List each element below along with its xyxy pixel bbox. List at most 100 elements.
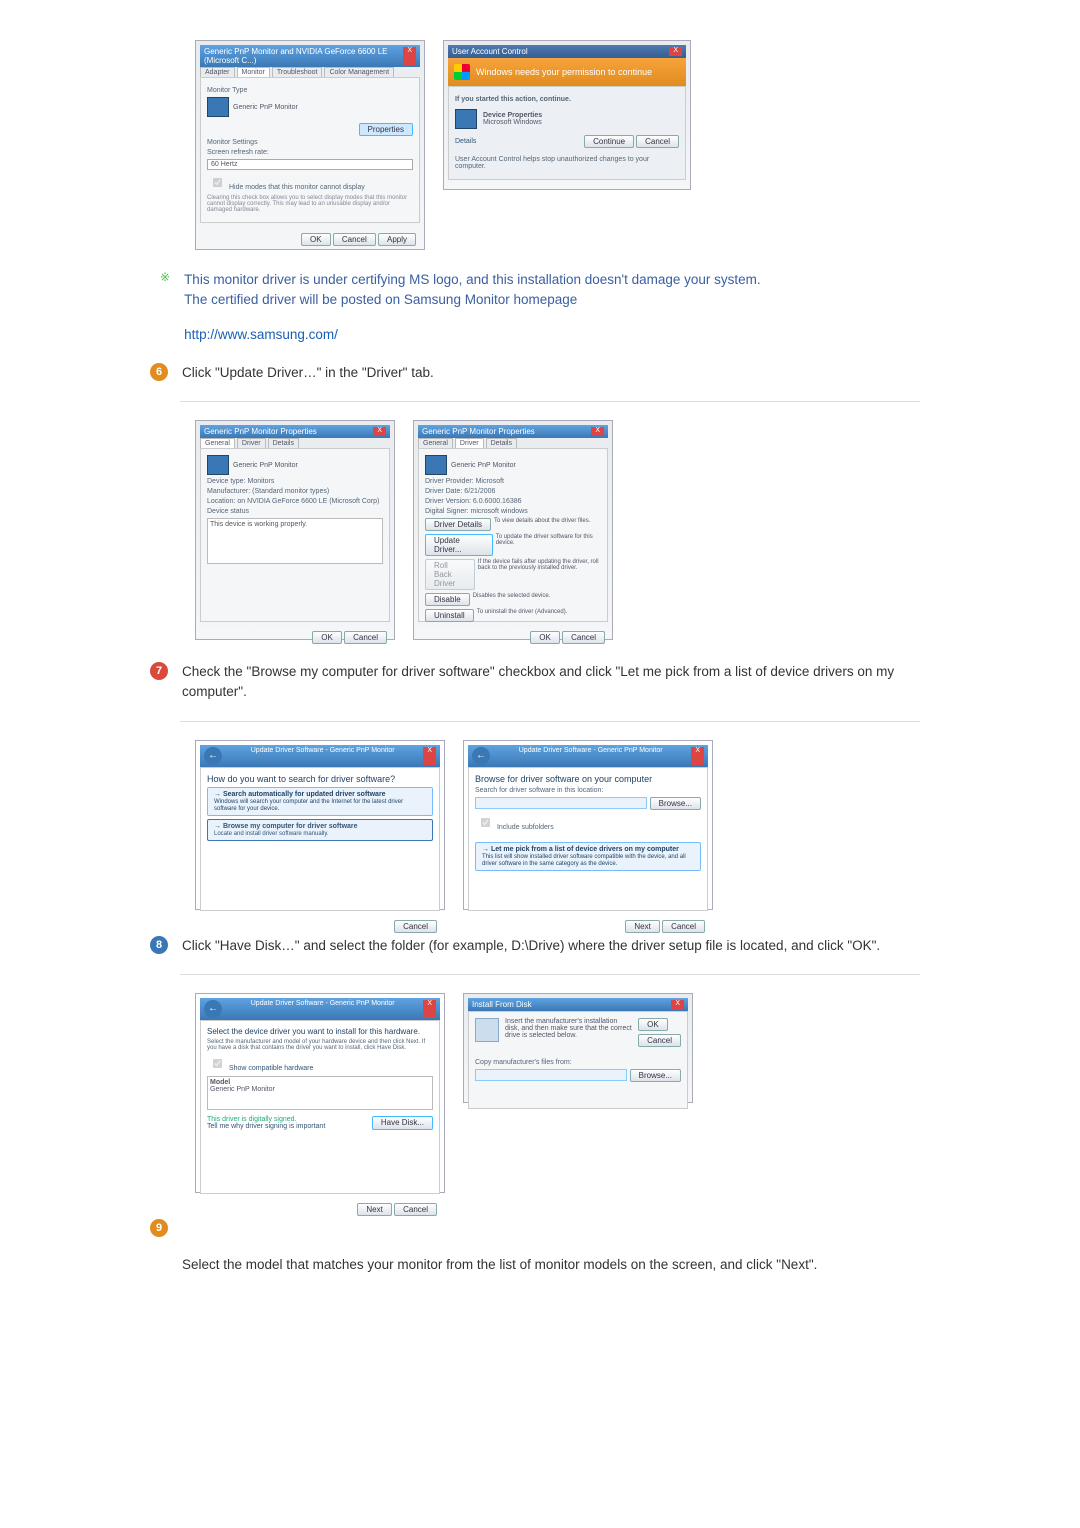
wizard-heading: How do you want to search for driver sof…: [207, 774, 433, 784]
signer-label: Digital Signer:: [425, 508, 469, 515]
cancel-button[interactable]: Cancel: [636, 135, 679, 148]
close-icon[interactable]: X: [671, 1000, 684, 1009]
ok-button[interactable]: OK: [530, 631, 560, 644]
shield-icon: [454, 64, 470, 80]
tab-driver[interactable]: Driver: [455, 438, 484, 448]
opt2-desc: Locate and install driver software manua…: [214, 831, 329, 837]
dialog-title: Generic PnP Monitor Properties: [422, 427, 535, 436]
tab-general[interactable]: General: [418, 438, 453, 448]
refresh-select[interactable]: 60 Hertz: [207, 159, 413, 170]
loc-label: Location:: [207, 498, 235, 505]
ver-value: 6.0.6000.16386: [473, 498, 522, 505]
compat-checkbox[interactable]: [213, 1059, 222, 1068]
browse-computer-option[interactable]: → Browse my computer for driver software…: [207, 819, 433, 841]
cancel-button[interactable]: Cancel: [562, 631, 605, 644]
next-button[interactable]: Next: [625, 920, 659, 933]
uninstall-button[interactable]: Uninstall: [425, 609, 474, 622]
pnp-general-dialog: Generic PnP Monitor PropertiesX General …: [195, 420, 395, 640]
driver-details-button[interactable]: Driver Details: [425, 518, 491, 531]
step-6-text: Click "Update Driver…" in the "Driver" t…: [182, 363, 434, 383]
browse-button[interactable]: Browse...: [650, 797, 701, 810]
have-disk-button[interactable]: Have Disk...: [372, 1116, 433, 1130]
include-subfolders-checkbox[interactable]: [481, 817, 490, 826]
update-driver-button[interactable]: Update Driver...: [425, 534, 493, 556]
close-icon[interactable]: X: [373, 427, 386, 436]
disk-icon: [475, 1018, 499, 1042]
close-icon[interactable]: X: [591, 427, 604, 436]
tab-troubleshoot[interactable]: Troubleshoot: [272, 67, 323, 77]
cancel-button[interactable]: Cancel: [394, 1203, 437, 1216]
dialog-title: Update Driver Software - Generic PnP Mon…: [251, 1000, 395, 1018]
refresh-label: Screen refresh rate:: [207, 149, 413, 156]
monitor-properties-dialog: Generic PnP Monitor and NVIDIA GeForce 6…: [195, 40, 425, 250]
hide-modes-label: Hide modes that this monitor cannot disp…: [229, 184, 365, 191]
uac-banner: Windows needs your permission to continu…: [476, 67, 652, 77]
ok-button[interactable]: OK: [301, 233, 331, 246]
signed-label: This driver is digitally signed.: [207, 1116, 325, 1123]
dialog-title: Install From Disk: [472, 1000, 532, 1009]
tab-details[interactable]: Details: [268, 438, 299, 448]
step-9-text: Select the model that matches your monit…: [182, 1255, 942, 1275]
path-combo[interactable]: [475, 797, 647, 809]
browse-button[interactable]: Browse...: [630, 1069, 681, 1082]
apply-button[interactable]: Apply: [378, 233, 416, 246]
uac-started-label: If you started this action, continue.: [455, 96, 679, 103]
note-line2: The certified driver will be posted on S…: [184, 292, 577, 307]
close-icon[interactable]: X: [403, 47, 416, 65]
cancel-button[interactable]: Cancel: [344, 631, 387, 644]
copy-path-combo[interactable]: [475, 1069, 627, 1081]
search-label: Search for driver software in this locat…: [475, 787, 701, 794]
close-icon[interactable]: X: [669, 47, 682, 56]
cancel-button[interactable]: Cancel: [638, 1034, 681, 1047]
pnp-name: Generic PnP Monitor: [451, 462, 516, 469]
monitor-type-label: Monitor Type: [207, 87, 413, 94]
model-item[interactable]: Generic PnP Monitor: [210, 1086, 430, 1093]
ok-button[interactable]: OK: [638, 1018, 668, 1031]
wizard-heading: Select the device driver you want to ins…: [207, 1027, 433, 1036]
ok-button[interactable]: OK: [312, 631, 342, 644]
continue-button[interactable]: Continue: [584, 135, 634, 148]
install-instr: Insert the manufacturer's installation d…: [505, 1018, 632, 1047]
tab-general[interactable]: General: [200, 438, 235, 448]
samsung-link[interactable]: http://www.samsung.com/: [184, 327, 338, 342]
copy-from-label: Copy manufacturer's files from:: [475, 1059, 681, 1066]
step-8-text: Click "Have Disk…" and select the folder…: [182, 936, 880, 956]
next-button[interactable]: Next: [357, 1203, 391, 1216]
close-icon[interactable]: X: [423, 1000, 436, 1018]
d-update: To update the driver software for this d…: [496, 534, 601, 556]
tab-colormgmt[interactable]: Color Management: [324, 67, 394, 77]
close-icon[interactable]: X: [423, 747, 436, 765]
tab-adapter[interactable]: Adapter: [200, 67, 235, 77]
compat-label: Show compatible hardware: [229, 1065, 313, 1072]
tab-driver[interactable]: Driver: [237, 438, 266, 448]
tab-monitor[interactable]: Monitor: [237, 67, 270, 77]
step-6-bullet: 6: [150, 363, 168, 381]
details-toggle[interactable]: Details: [455, 138, 476, 145]
tab-details[interactable]: Details: [486, 438, 517, 448]
close-icon[interactable]: X: [691, 747, 704, 765]
opt2-title: Browse my computer for driver software: [223, 823, 358, 830]
uac-dialog: User Account Control X Windows needs you…: [443, 40, 691, 190]
uac-item-title: Device Properties: [483, 112, 542, 119]
date-label: Driver Date:: [425, 488, 462, 495]
wizard-heading: Browse for driver software on your compu…: [475, 774, 701, 784]
manu-value: (Standard monitor types): [252, 488, 329, 495]
pick-desc: This list will show installed driver sof…: [482, 854, 686, 867]
search-auto-option[interactable]: → Search automatically for updated drive…: [207, 787, 433, 816]
dialog-title: Generic PnP Monitor and NVIDIA GeForce 6…: [204, 47, 403, 65]
cancel-button[interactable]: Cancel: [333, 233, 376, 246]
uac-title: User Account Control: [452, 47, 528, 56]
back-icon[interactable]: ←: [204, 1000, 222, 1018]
d-details: To view details about the driver files.: [494, 518, 590, 531]
d-uninstall: To uninstall the driver (Advanced).: [477, 609, 568, 622]
tell-link[interactable]: Tell me why driver signing is important: [207, 1123, 325, 1130]
cancel-button[interactable]: Cancel: [394, 920, 437, 933]
disable-button[interactable]: Disable: [425, 593, 470, 606]
back-icon[interactable]: ←: [472, 747, 490, 765]
hide-modes-checkbox[interactable]: [213, 178, 222, 187]
pick-from-list-option[interactable]: → Let me pick from a list of device driv…: [475, 842, 701, 871]
properties-button[interactable]: Properties: [359, 123, 413, 136]
cancel-button[interactable]: Cancel: [662, 920, 705, 933]
back-icon[interactable]: ←: [204, 747, 222, 765]
loc-value: on NVIDIA GeForce 6600 LE (Microsoft Cor…: [237, 498, 379, 505]
